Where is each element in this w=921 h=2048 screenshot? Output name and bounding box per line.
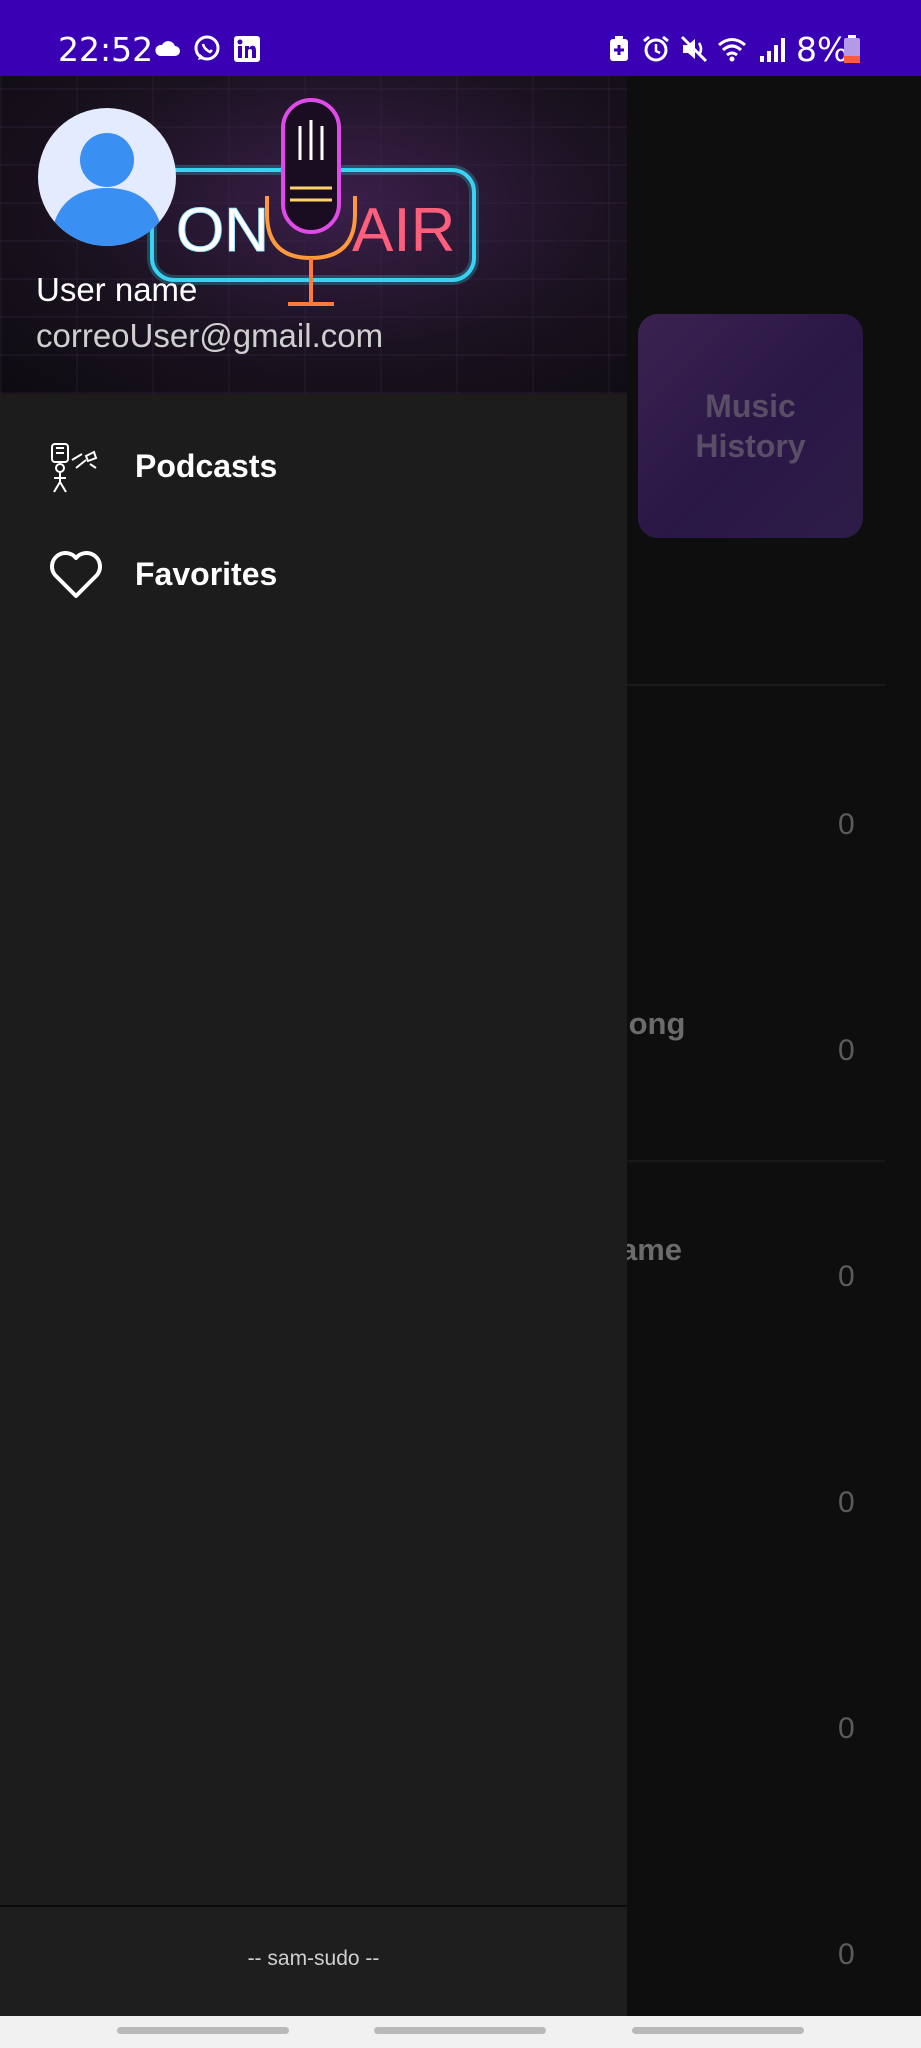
logo-text-on: ON: [176, 196, 269, 265]
whatsapp-icon: [194, 35, 220, 61]
user-avatar-icon: [52, 133, 162, 246]
alarm-icon: [643, 35, 669, 62]
battery-icon: [844, 35, 860, 63]
menu-item-favorites[interactable]: Favorites: [0, 526, 627, 626]
home-button[interactable]: [374, 2027, 546, 2034]
user-name: User name: [36, 271, 198, 308]
partial-label: long: [620, 1006, 686, 1041]
count-value: 0: [838, 1938, 855, 1971]
navigation-drawer: ON AIR User name correoUser@gmail.com Po…: [0, 76, 627, 2016]
linkedin-icon: [234, 36, 260, 62]
mute-icon: [680, 35, 708, 63]
count-value: 0: [838, 808, 855, 841]
battery-percent: 8%: [796, 30, 849, 69]
cloud-icon: [155, 41, 180, 56]
status-time: 22:52: [58, 30, 154, 69]
count-value: 0: [838, 1260, 855, 1293]
count-value: 0: [838, 1486, 855, 1519]
signal-icon: [760, 38, 785, 62]
divider: [627, 684, 885, 686]
menu-item-podcasts[interactable]: Podcasts: [0, 418, 627, 518]
logo-text-air: AIR: [352, 196, 455, 265]
wifi-icon: [718, 38, 746, 62]
drawer-header: ON AIR User name correoUser@gmail.com: [0, 76, 627, 394]
music-history-label: Music History: [695, 388, 806, 464]
user-email: correoUser@gmail.com: [36, 317, 384, 354]
divider: [627, 1160, 885, 1162]
system-navigation-bar: [0, 2016, 921, 2048]
status-bar: 22:52 8%: [0, 0, 921, 76]
back-button[interactable]: [632, 2027, 804, 2034]
menu-label: Podcasts: [135, 448, 278, 484]
music-history-card[interactable]: Music History: [638, 314, 863, 538]
count-value: 0: [838, 1034, 855, 1067]
podcast-performer-icon: [51, 443, 98, 493]
drawer-footer: -- sam-sudo --: [0, 1907, 627, 2016]
battery-saver-icon: [610, 36, 628, 61]
count-value: 0: [838, 1712, 855, 1745]
avatar[interactable]: [38, 108, 176, 246]
menu-label: Favorites: [135, 556, 278, 592]
partial-label: ame: [620, 1232, 683, 1267]
recent-apps-button[interactable]: [117, 2027, 289, 2034]
heart-icon: [50, 551, 102, 598]
footer-credit: -- sam-sudo --: [247, 1947, 380, 1970]
